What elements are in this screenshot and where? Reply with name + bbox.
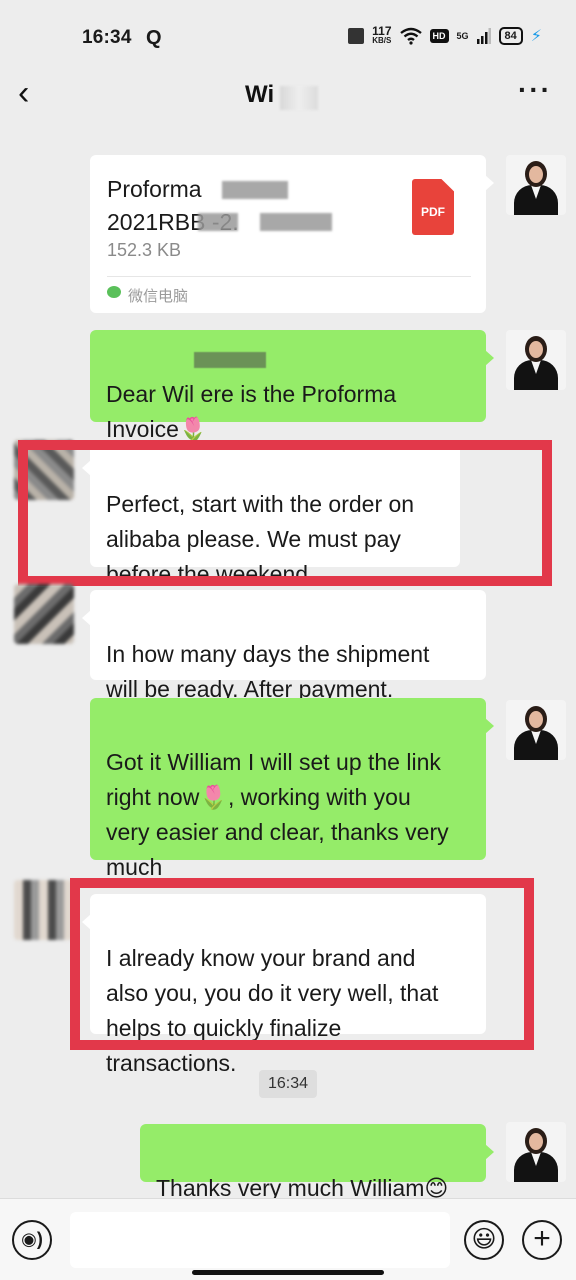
message-bubble-sent[interactable]: Dear Wil ere is the Proforma Invoice🌷 [90, 330, 494, 442]
hd-icon: HD [429, 29, 449, 43]
avatar-self[interactable] [506, 330, 566, 390]
app-notification-icon: Q [146, 27, 162, 49]
avatar-contact[interactable] [14, 584, 74, 644]
avatar-contact[interactable] [14, 880, 74, 940]
avatar-self[interactable] [506, 1122, 566, 1182]
signal-5g: 5G [456, 31, 469, 41]
highlight-box [70, 878, 534, 1050]
file-message[interactable]: Proforma 2021RBB -2. 152.3 KB PDF 微信电脑 [90, 155, 494, 313]
chat-title: Wi [245, 81, 275, 108]
file-size: 152.3 KB [107, 240, 182, 260]
pdf-file-type: PDF [421, 205, 445, 219]
file-name-redaction [260, 213, 332, 231]
highlight-box [18, 440, 552, 586]
name-redaction [194, 352, 266, 368]
wifi-icon [399, 27, 422, 45]
message-bubble-sent[interactable]: Got it William I will set up the link ri… [90, 698, 494, 880]
message-text: In how many days the shipment will be re… [106, 641, 430, 702]
message-bubble-received[interactable]: In how many days the shipment will be re… [82, 590, 486, 702]
input-bar: ◉) 😃 + [0, 1198, 576, 1280]
status-icons: 117 KB/S HD 5G 84 ⚡ [348, 24, 542, 46]
message-input[interactable] [70, 1212, 450, 1268]
network-speed: 117 KB/S [372, 24, 392, 45]
network-speed-unit: KB/S [372, 36, 392, 45]
status-time: 16:34 [82, 27, 132, 48]
message-bubble-sent[interactable]: Thanks very much William😊 [140, 1124, 494, 1201]
title-redaction [280, 86, 318, 110]
back-icon[interactable]: ‹ [18, 76, 42, 110]
chat-header: ‹ Wi ··· [0, 60, 576, 128]
file-name-redaction [222, 181, 288, 199]
avatar-self[interactable] [506, 155, 566, 215]
message-text: Got it William I will set up the link ri… [106, 749, 449, 880]
network-speed-value: 117 [372, 24, 392, 38]
charging-icon: ⚡ [530, 28, 542, 45]
home-indicator[interactable] [192, 1270, 384, 1275]
message-text: Dear Wil ere is the Proforma Invoice🌷 [106, 381, 397, 442]
battery-icon: 84 [498, 27, 523, 45]
timestamp: 16:34 [259, 1070, 317, 1098]
wechat-icon [107, 286, 121, 298]
plus-icon[interactable]: + [522, 1220, 562, 1260]
file-source: 微信电脑 [128, 288, 189, 305]
more-options-icon[interactable]: ··· [518, 76, 552, 104]
signal-icon [476, 28, 491, 44]
divider [107, 276, 471, 277]
file-name-redaction [198, 213, 238, 231]
image-notification-icon [348, 28, 365, 44]
voice-input-icon[interactable]: ◉) [12, 1220, 52, 1260]
emoji-icon[interactable]: 😃 [464, 1220, 504, 1260]
avatar-self[interactable] [506, 700, 566, 760]
